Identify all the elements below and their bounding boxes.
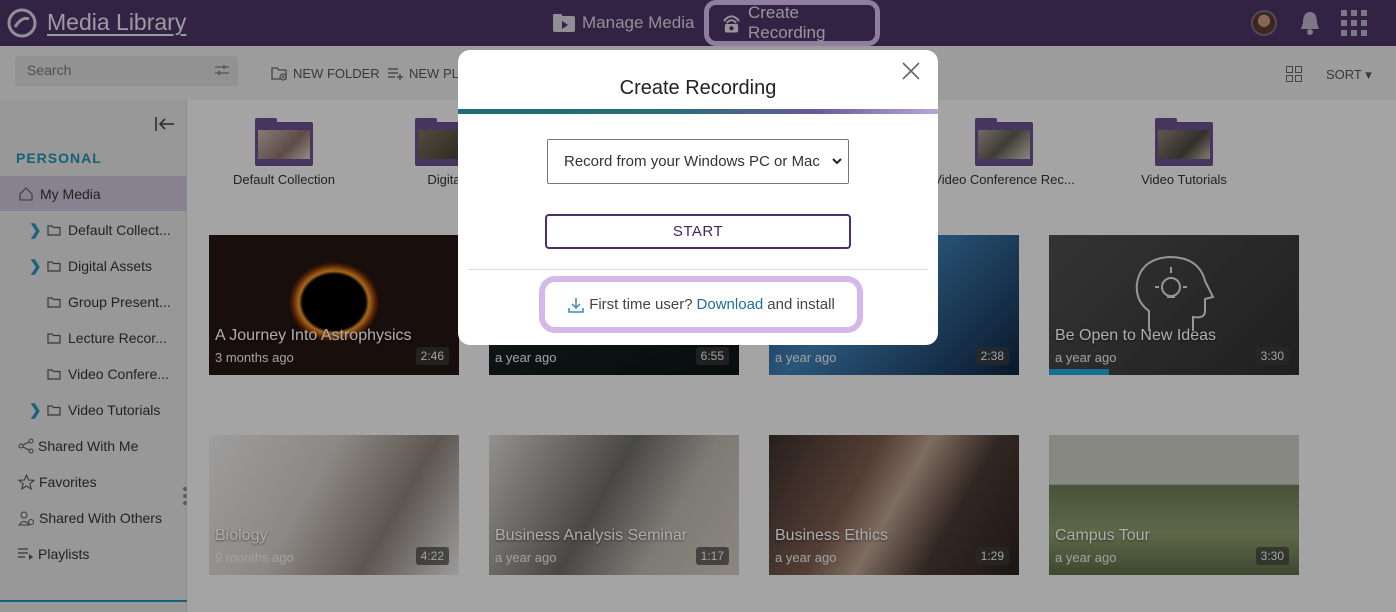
dialog-divider <box>468 269 928 270</box>
download-link[interactable]: Download <box>697 296 764 313</box>
download-prompt: First time user? Download and install <box>545 282 857 327</box>
recording-source-select[interactable]: Record from your Windows PC or Mac <box>547 139 849 184</box>
start-button[interactable]: START <box>545 214 851 249</box>
create-recording-dialog: Create Recording Record from your Window… <box>458 50 938 345</box>
first-time-label: First time user? <box>589 296 693 313</box>
close-icon[interactable] <box>901 61 921 81</box>
download-icon <box>568 297 584 313</box>
chevron-down-icon <box>832 158 842 165</box>
install-label: and install <box>767 296 835 313</box>
dialog-accent-bar <box>458 109 938 114</box>
dialog-title: Create Recording <box>619 77 777 99</box>
recording-source-value: Record from your Windows PC or Mac <box>564 153 820 170</box>
download-highlight: First time user? Download and install <box>539 276 863 333</box>
